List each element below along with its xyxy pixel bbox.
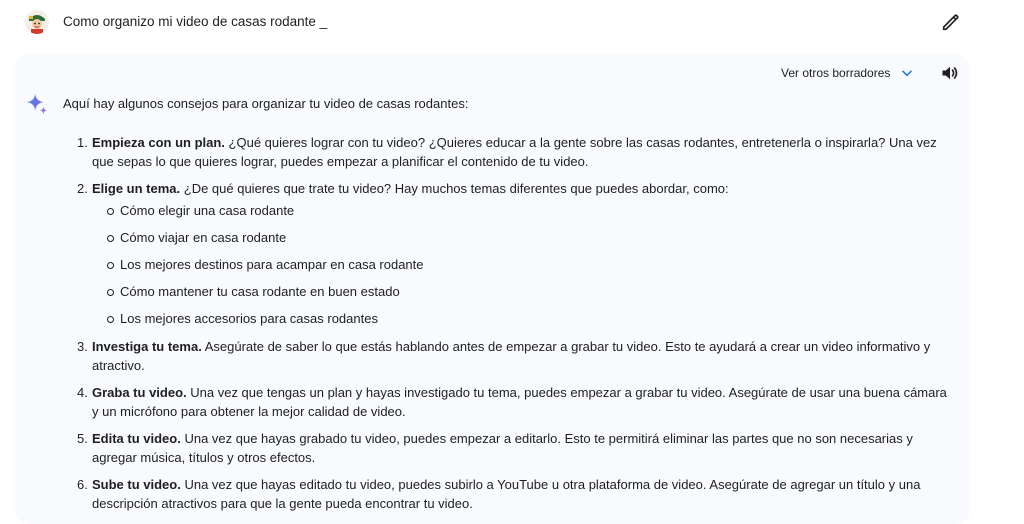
- response-intro: Aquí hay algunos consejos para organizar…: [63, 96, 469, 111]
- response-card: [15, 54, 970, 524]
- avatar-image: [25, 10, 49, 34]
- prompt-row: Como organizo mi video de casas rodante …: [0, 0, 1024, 48]
- view-other-drafts-button[interactable]: Ver otros borradores: [781, 63, 914, 83]
- edit-prompt-button[interactable]: [940, 11, 962, 33]
- read-aloud-button[interactable]: [940, 63, 960, 83]
- user-avatar[interactable]: [25, 10, 49, 34]
- gemini-sparkle-icon: [26, 93, 48, 115]
- speaker-icon: [942, 66, 958, 80]
- pencil-icon: [942, 14, 959, 31]
- prompt-text: Como organizo mi video de casas rodante …: [63, 14, 328, 29]
- chevron-down-icon: [902, 70, 913, 77]
- drafts-label: Ver otros borradores: [781, 66, 891, 80]
